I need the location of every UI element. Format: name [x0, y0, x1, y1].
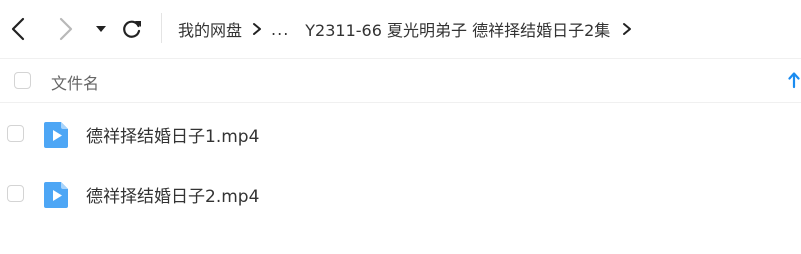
list-header: 文件名 — [0, 58, 801, 103]
breadcrumb: 我的网盘 ... Y2311-66 夏光明弟子 德祥择结婚日子2集 — [178, 15, 641, 43]
refresh-icon — [123, 20, 141, 38]
file-browser: 我的网盘 ... Y2311-66 夏光明弟子 德祥择结婚日子2集 文件名 德祥… — [0, 0, 801, 254]
back-button[interactable] — [2, 13, 34, 45]
chevron-left-icon — [11, 17, 25, 41]
file-row[interactable]: 德祥择结婚日子1.mp4 — [0, 104, 801, 164]
video-file-icon — [44, 122, 68, 148]
breadcrumb-expand-icon[interactable] — [622, 15, 632, 43]
chevron-right-icon — [59, 17, 73, 41]
file-list: 德祥择结婚日子1.mp4 德祥择结婚日子2.mp4 — [0, 104, 801, 224]
video-file-icon — [44, 182, 68, 208]
toolbar-divider — [161, 13, 162, 43]
breadcrumb-root[interactable]: 我的网盘 — [178, 17, 242, 41]
forward-button[interactable] — [50, 13, 82, 45]
breadcrumb-separator-icon — [252, 15, 262, 43]
arrow-up-icon[interactable] — [788, 71, 800, 89]
file-checkbox[interactable] — [7, 125, 24, 142]
caret-down-icon — [96, 26, 106, 32]
file-row[interactable]: 德祥择结婚日子2.mp4 — [0, 164, 801, 224]
history-dropdown-button[interactable] — [92, 17, 110, 41]
breadcrumb-current-folder[interactable]: Y2311-66 夏光明弟子 德祥择结婚日子2集 — [305, 17, 610, 41]
breadcrumb-ellipsis[interactable]: ... — [271, 20, 289, 39]
refresh-button[interactable] — [118, 15, 146, 43]
toolbar: 我的网盘 ... Y2311-66 夏光明弟子 德祥择结婚日子2集 — [0, 0, 801, 58]
file-name[interactable]: 德祥择结婚日子1.mp4 — [86, 122, 259, 147]
column-header-name[interactable]: 文件名 — [51, 70, 99, 94]
file-name[interactable]: 德祥择结婚日子2.mp4 — [86, 182, 259, 207]
file-checkbox[interactable] — [7, 185, 24, 202]
select-all-checkbox[interactable] — [14, 72, 31, 89]
